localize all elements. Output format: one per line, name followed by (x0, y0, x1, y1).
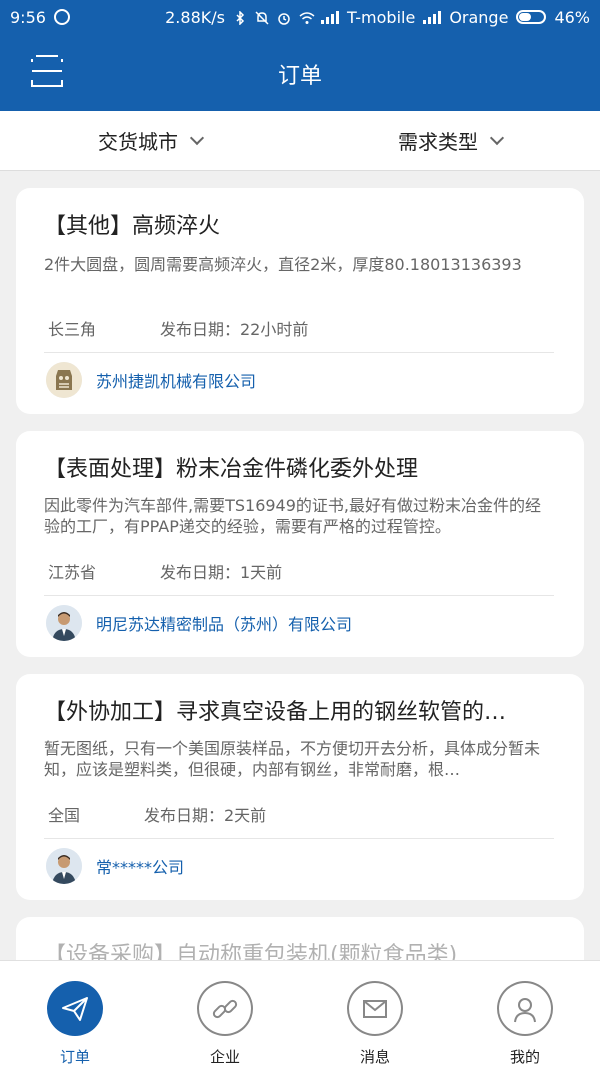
divider (44, 595, 554, 596)
page-title: 订单 (277, 64, 322, 89)
status-time: 9:56 (10, 7, 46, 27)
tab-enterprise[interactable]: 企业 (150, 961, 300, 1067)
order-title: 【设备采购】自动称重包装机(颗粒食品类) (44, 943, 458, 960)
order-date: 发布日期：1天前 (160, 563, 283, 582)
battery-level: 46% (554, 7, 590, 27)
type-filter[interactable]: 需求类型 (300, 111, 600, 170)
order-title: 【表面处理】粉末冶金件磷化委外处理 (44, 457, 419, 482)
company-name: 苏州捷凯机械有限公司 (96, 372, 257, 391)
order-date: 发布日期：2天前 (144, 806, 267, 825)
nav-bar: 订单 (0, 34, 600, 111)
order-title: 【其他】高频淬火 (44, 214, 221, 239)
order-date: 发布日期：22小时前 (160, 320, 309, 339)
order-meta: 长三角 发布日期：22小时前 (48, 316, 556, 340)
order-card[interactable]: 【其他】高频淬火 2件大圆盘，圆周需要高频淬火，直径2米，厚度80.180131… (16, 188, 584, 414)
avatar (46, 848, 82, 884)
order-list[interactable]: 【其他】高频淬火 2件大圆盘，圆周需要高频淬火，直径2米，厚度80.180131… (0, 172, 600, 960)
wifi-icon (299, 10, 315, 24)
order-card[interactable]: 【外协加工】寻求真空设备上用的钢丝软管的… 暂无图纸，只有一个美国原装样品，不方… (16, 674, 584, 900)
bluetooth-icon (233, 10, 247, 26)
city-filter[interactable]: 交货城市 (0, 111, 300, 170)
tab-label: 我的 (509, 1048, 540, 1066)
order-card[interactable]: 【表面处理】粉末冶金件磷化委外处理 因此零件为汽车部件,需要TS16949的证书… (16, 431, 584, 657)
company-logo (46, 362, 82, 398)
alarm-icon (277, 10, 291, 25)
bottom-tab-bar: 订单 企业 消息 我的 (0, 960, 600, 1067)
order-description: 因此零件为汽车部件,需要TS16949的证书,最好有做过粉末冶金件的经验的工厂，… (44, 496, 542, 536)
link-icon (197, 981, 253, 1036)
order-description: 2件大圆盘，圆周需要高频淬火，直径2米，厚度80.18013136393 (44, 255, 522, 274)
signal-icon (320, 10, 339, 24)
tab-label: 订单 (59, 1048, 90, 1066)
chevron-down-icon (489, 130, 505, 146)
company-row[interactable]: 常*****公司 (46, 848, 556, 884)
tab-orders[interactable]: 订单 (0, 961, 150, 1067)
city-filter-label: 交货城市 (98, 130, 178, 154)
type-filter-label: 需求类型 (398, 130, 478, 154)
tab-label: 消息 (359, 1048, 390, 1066)
order-title: 【外协加工】寻求真空设备上用的钢丝软管的… (44, 700, 507, 725)
company-row[interactable]: 明尼苏达精密制品（苏州）有限公司 (46, 605, 556, 641)
status-bar: 9:56 2.88K/s T-mobile Orange 46% (0, 0, 600, 34)
order-region: 江苏省 (48, 563, 97, 582)
envelope-icon (347, 981, 403, 1036)
user-icon (497, 981, 553, 1036)
tab-label: 企业 (209, 1048, 240, 1066)
divider (44, 838, 554, 839)
top-bar: 9:56 2.88K/s T-mobile Orange 46% 订单 (0, 0, 600, 111)
company-name: 常*****公司 (96, 858, 185, 877)
app-notification-icon (53, 9, 70, 25)
filter-bar: 交货城市 需求类型 (0, 111, 600, 171)
order-description: 暂无图纸，只有一个美国原装样品，不方便切开去分析，具体成分暂未知，应该是塑料类，… (44, 739, 541, 779)
company-name: 明尼苏达精密制品（苏州）有限公司 (96, 615, 353, 634)
tab-mine[interactable]: 我的 (450, 961, 600, 1067)
order-card[interactable]: 【设备采购】自动称重包装机(颗粒食品类) (16, 917, 584, 960)
chevron-down-icon (189, 130, 205, 146)
battery-icon (516, 10, 547, 24)
order-region: 全国 (48, 806, 81, 825)
divider (44, 352, 554, 353)
avatar (46, 605, 82, 641)
order-meta: 全国 发布日期：2天前 (48, 802, 556, 826)
carrier-2: Orange (449, 7, 509, 27)
carrier-1: T-mobile (346, 7, 416, 27)
network-speed: 2.88K/s (165, 7, 225, 27)
order-meta: 江苏省 发布日期：1天前 (48, 559, 556, 583)
signal-icon-2 (423, 10, 442, 24)
company-row[interactable]: 苏州捷凯机械有限公司 (46, 362, 556, 398)
mute-icon (255, 10, 269, 25)
order-region: 长三角 (48, 320, 97, 339)
tab-messages[interactable]: 消息 (300, 961, 450, 1067)
paper-plane-icon (47, 981, 103, 1036)
